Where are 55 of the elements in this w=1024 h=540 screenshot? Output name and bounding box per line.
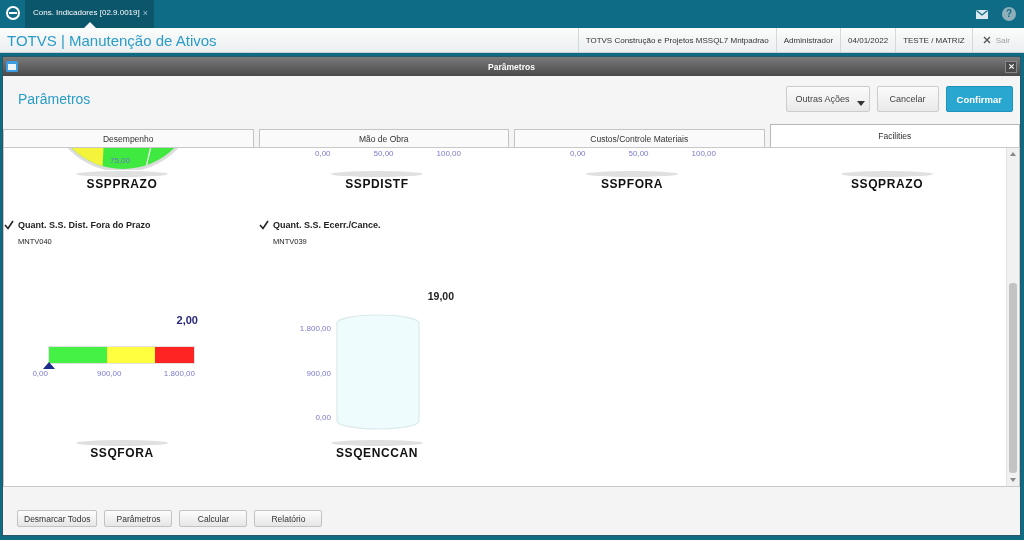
scale-label: 1.800,00	[163, 369, 195, 379]
checkbox[interactable]	[4, 219, 14, 230]
scale-label: 0,00	[570, 149, 586, 159]
app-title: TOTVS | Manutenção de Ativos	[7, 31, 217, 49]
gauge-value: 2,00	[175, 314, 198, 326]
dialog-heading: Parâmetros	[18, 91, 91, 107]
scale-label: 900,00	[306, 368, 331, 379]
tab[interactable]: Custos/Controle Materiais	[514, 129, 765, 147]
indicator-name: SSQENCCAN	[334, 446, 420, 461]
scale-label: 0,00	[315, 413, 331, 423]
close-button[interactable]	[1005, 60, 1017, 73]
footer-button[interactable]: Relatório	[254, 510, 323, 527]
indicator-name: SSPFORA	[599, 177, 665, 192]
footer-button[interactable]: Desmarcar Todos	[17, 510, 98, 527]
indicator-name: SSPDISTF	[344, 177, 410, 192]
header-info: TESTE / MATRIZ	[895, 28, 972, 52]
scale-label: 50,00	[628, 149, 649, 159]
pointer-icon	[83, 22, 96, 28]
footer-button[interactable]: Calcular	[179, 510, 248, 527]
tab[interactable]: Mão de Obra	[258, 129, 509, 147]
tab[interactable]: Facilities	[769, 124, 1020, 147]
header-info: 04/01/2022	[840, 28, 896, 52]
close-tab-button[interactable]: ×	[142, 7, 148, 18]
scale-label: 0,00	[32, 369, 48, 379]
pointer-marker-icon	[43, 362, 55, 369]
window-icon	[6, 61, 18, 72]
close-icon	[982, 36, 991, 44]
indicator-name: SSPPRAZO	[85, 177, 159, 192]
indicator-name: SSQPRAZO	[849, 177, 925, 192]
header-info: TOTVS Construção e Projetos MSSQL7 Mntpadrao	[577, 28, 776, 52]
header-info: Administrador	[775, 28, 841, 52]
scale-label: 100,00	[691, 149, 716, 159]
indicator-title: Quant. S.S. Ecerr./Cance.	[273, 219, 381, 230]
scale-label: 900,00	[97, 369, 122, 379]
indicator-name: SSQFORA	[89, 446, 155, 461]
scale-label: 50,00	[373, 149, 394, 159]
dialog-title: Parâmetros	[488, 61, 535, 72]
scale-label: 1.800,00	[299, 324, 331, 334]
circle-logo-icon[interactable]	[6, 6, 20, 20]
indicator-title: Quant. S.S. Dist. Fora do Prazo	[18, 219, 151, 230]
checkbox[interactable]	[259, 219, 269, 230]
app-tab[interactable]: Cons. Indicadores [02.9.0019] ×	[25, 0, 154, 28]
scrollbar-thumb[interactable]	[1009, 283, 1017, 473]
scrollbar[interactable]	[1006, 148, 1019, 486]
footer-button[interactable]: Parâmetros	[104, 510, 173, 527]
caret-icon	[856, 101, 865, 106]
scale-label: 100,00	[436, 149, 461, 159]
scale-label: 75,00	[110, 156, 130, 165]
envelope-icon	[976, 9, 988, 19]
action-button[interactable]: Outras Ações	[785, 86, 870, 112]
gauge-value: 19,00	[426, 290, 454, 302]
tab[interactable]: Desempenho	[3, 129, 254, 147]
scale-label: 0,00	[315, 149, 331, 159]
action-button[interactable]: Cancelar	[876, 86, 939, 112]
close-icon	[1007, 63, 1015, 70]
